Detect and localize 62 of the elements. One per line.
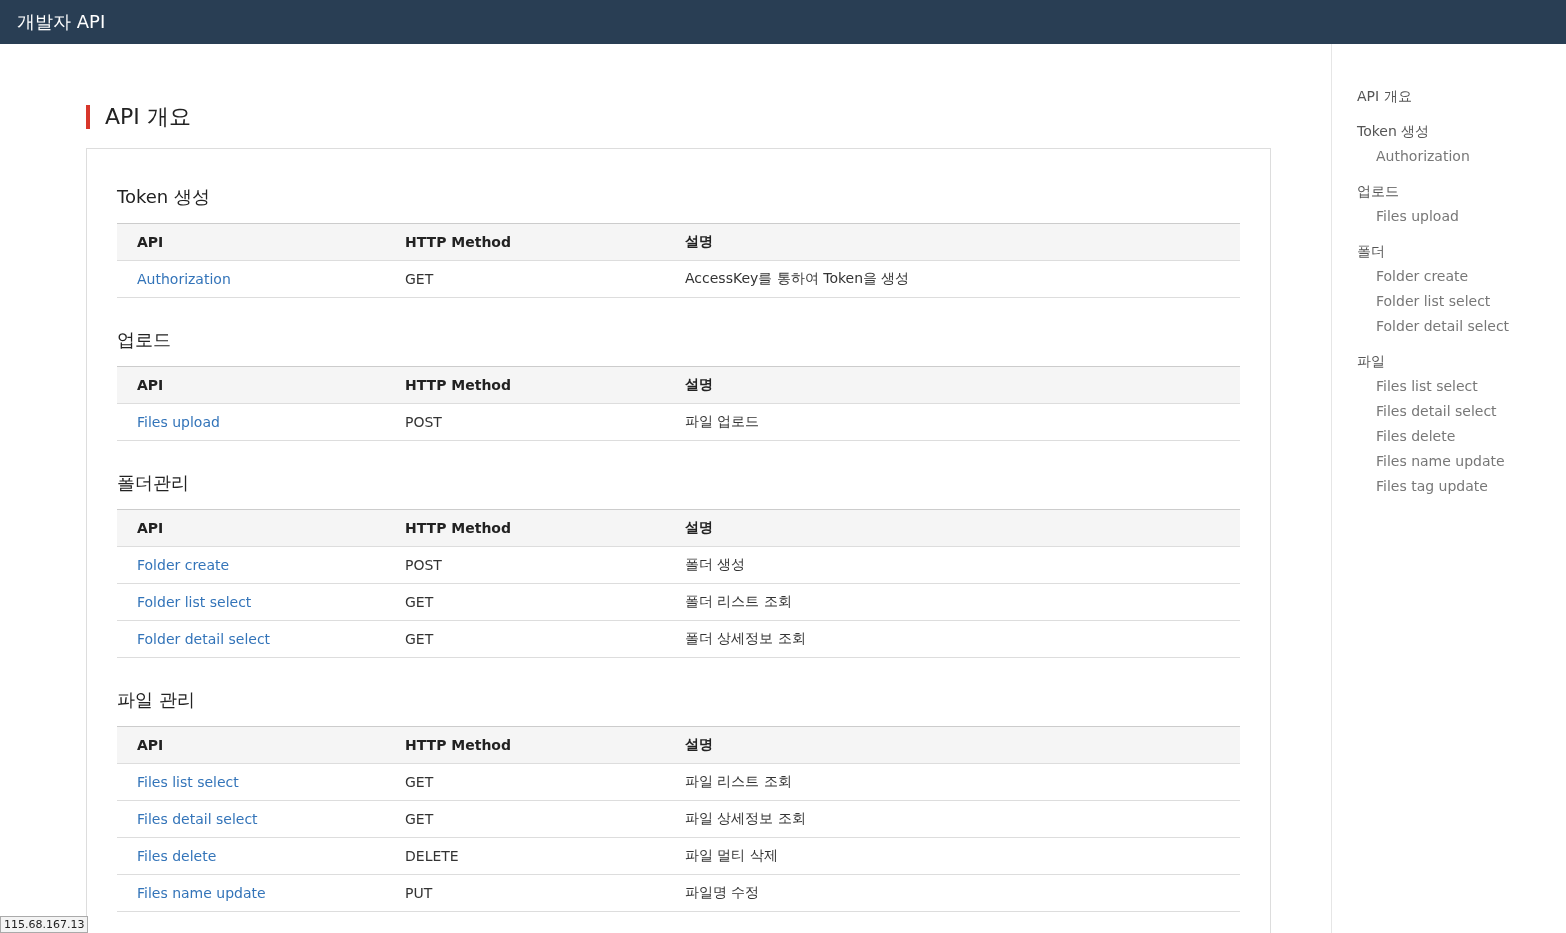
endpoint-link[interactable]: Folder detail select (137, 631, 271, 647)
method-cell: POST (405, 403, 685, 441)
endpoint-link[interactable]: Files upload (137, 414, 220, 430)
toc-sublink[interactable]: Authorization (1357, 144, 1566, 169)
column-header: API (117, 509, 405, 547)
column-header: 설명 (685, 223, 1240, 261)
method-cell: POST (405, 546, 685, 584)
description-cell: 파일 리스트 조회 (685, 763, 1240, 801)
toc-heading-link[interactable]: Token 생성 (1357, 119, 1566, 144)
endpoint-link[interactable]: Files delete (137, 848, 217, 864)
toc-sublink[interactable]: Files upload (1357, 204, 1566, 229)
toc-sublink[interactable]: Folder create (1357, 264, 1566, 289)
toc-heading-link[interactable]: 파일 (1357, 349, 1566, 374)
column-header: 설명 (685, 509, 1240, 547)
column-header: API (117, 366, 405, 404)
column-header: API (117, 726, 405, 764)
toc-sublink[interactable]: Files list select (1357, 374, 1566, 399)
toc-sublink[interactable]: Files tag update (1357, 474, 1566, 499)
description-cell: 폴더 상세정보 조회 (685, 620, 1240, 658)
toc-sublink[interactable]: Files name update (1357, 449, 1566, 474)
method-cell: GET (405, 800, 685, 838)
method-cell: PUT (405, 874, 685, 912)
method-cell: GET (405, 260, 685, 298)
toc-heading-link[interactable]: 업로드 (1357, 179, 1566, 204)
toc-heading-link[interactable]: API 개요 (1357, 84, 1566, 109)
column-header: API (117, 223, 405, 261)
column-header: 설명 (685, 726, 1240, 764)
description-cell: 폴더 생성 (685, 546, 1240, 584)
description-cell: AccessKey를 통하여 Token을 생성 (685, 260, 1240, 298)
endpoint-link[interactable]: Folder list select (137, 594, 252, 610)
method-cell: DELETE (405, 837, 685, 875)
endpoint-link[interactable]: Folder create (137, 557, 230, 573)
method-cell: GET (405, 620, 685, 658)
column-header: HTTP Method (405, 509, 685, 547)
method-cell: GET (405, 583, 685, 621)
section-title: 업로드 (117, 328, 172, 352)
method-cell: GET (405, 763, 685, 801)
description-cell: 파일 상세정보 조회 (685, 800, 1240, 838)
column-header: HTTP Method (405, 366, 685, 404)
status-url-tooltip: 115.68.167.13 (0, 916, 89, 933)
endpoint-link[interactable]: Files list select (137, 774, 239, 790)
description-cell: 파일명 수정 (685, 874, 1240, 912)
endpoint-link[interactable]: Files name update (137, 885, 266, 901)
accent-bar-icon (86, 105, 90, 129)
endpoint-link[interactable]: Files detail select (137, 811, 258, 827)
toc-sublink[interactable]: Files delete (1357, 424, 1566, 449)
section-title: 파일 관리 (117, 688, 196, 712)
description-cell: 폴더 리스트 조회 (685, 583, 1240, 621)
header-title: 개발자 API (17, 10, 106, 34)
column-header: HTTP Method (405, 726, 685, 764)
endpoint-link[interactable]: Authorization (137, 271, 231, 287)
description-cell: 파일 업로드 (685, 403, 1240, 441)
section-title: Token 생성 (117, 185, 211, 209)
toc-sublink[interactable]: Folder list select (1357, 289, 1566, 314)
description-cell: 파일 멀티 삭제 (685, 837, 1240, 875)
column-header: HTTP Method (405, 223, 685, 261)
section-title: 폴더관리 (117, 471, 190, 495)
toc-heading-link[interactable]: 폴더 (1357, 239, 1566, 264)
column-header: 설명 (685, 366, 1240, 404)
toc-sublink[interactable]: Files detail select (1357, 399, 1566, 424)
page-title: API 개요 (105, 103, 191, 131)
toc-sublink[interactable]: Folder detail select (1357, 314, 1566, 339)
